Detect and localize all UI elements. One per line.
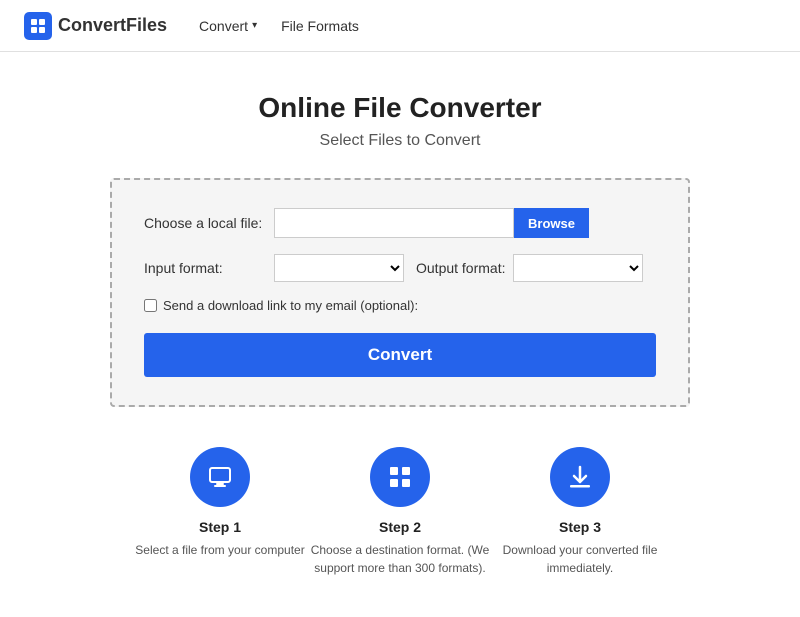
step-3: Step 3 Download your converted file imme… [490, 447, 670, 577]
browse-button[interactable]: Browse [514, 208, 589, 238]
chevron-down-icon: ▾ [252, 20, 257, 31]
output-format-label: Output format: [416, 260, 505, 276]
step-1-icon-wrapper [190, 447, 250, 507]
nav-links: Convert ▾ File Formats [199, 18, 359, 34]
steps-container: Step 1 Select a file from your computer … [100, 447, 700, 577]
step-2-icon-wrapper [370, 447, 430, 507]
format-row: Input format: Output format: [144, 254, 656, 282]
nav-convert-label: Convert [199, 18, 248, 34]
logo-icon [24, 12, 52, 40]
page-title: Online File Converter [258, 92, 541, 124]
step-2: Step 2 Choose a destination format. (We … [310, 447, 490, 577]
file-input-group: Browse [274, 208, 589, 238]
main-content: Online File Converter Select Files to Co… [0, 52, 800, 617]
nav-file-formats-label: File Formats [281, 18, 359, 34]
email-label: Send a download link to my email (option… [163, 298, 418, 313]
file-row: Choose a local file: Browse [144, 208, 656, 238]
step-2-title: Step 2 [379, 519, 421, 535]
steps-section: Step 1 Select a file from your computer … [100, 447, 700, 577]
brand-logo: ConvertFiles [24, 12, 167, 40]
input-format-label: Input format: [144, 260, 274, 276]
convert-button[interactable]: Convert [144, 333, 656, 377]
input-format-select[interactable] [274, 254, 404, 282]
step-1-title: Step 1 [199, 519, 241, 535]
step-1: Step 1 Select a file from your computer [130, 447, 310, 559]
brand-name: ConvertFiles [58, 15, 167, 36]
nav-convert-link[interactable]: Convert ▾ [199, 18, 257, 34]
file-text-input[interactable] [274, 208, 514, 238]
page-subtitle: Select Files to Convert [320, 132, 481, 150]
nav-file-formats-link[interactable]: File Formats [281, 18, 359, 34]
navbar: ConvertFiles Convert ▾ File Formats [0, 0, 800, 52]
step-3-icon-wrapper [550, 447, 610, 507]
output-format-select[interactable] [513, 254, 643, 282]
step-3-title: Step 3 [559, 519, 601, 535]
email-row: Send a download link to my email (option… [144, 298, 656, 313]
email-checkbox[interactable] [144, 299, 157, 312]
converter-box: Choose a local file: Browse Input format… [110, 178, 690, 407]
local-file-label: Choose a local file: [144, 215, 274, 231]
step-2-desc: Choose a destination format. (We support… [310, 541, 490, 577]
step-1-desc: Select a file from your computer [135, 541, 304, 559]
step-3-desc: Download your converted file immediately… [490, 541, 670, 577]
